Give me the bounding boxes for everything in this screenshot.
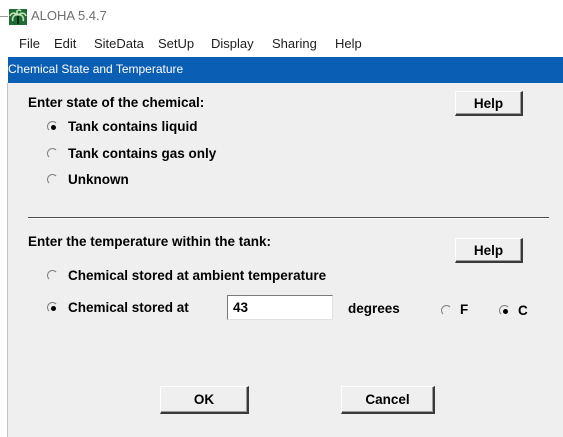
radio-unit-f[interactable] xyxy=(441,305,453,317)
temperature-input[interactable] xyxy=(227,295,333,320)
window-edge-line xyxy=(0,16,8,17)
state-prompt: Enter state of the chemical: xyxy=(28,95,205,110)
state-help-label: Help xyxy=(473,95,504,111)
degrees-label: degrees xyxy=(348,301,400,316)
option-tank-liquid-label[interactable]: Tank contains liquid xyxy=(68,119,198,134)
menu-help[interactable]: Help xyxy=(335,36,362,51)
menu-display[interactable]: Display xyxy=(211,36,254,51)
radio-ambient-temp[interactable] xyxy=(47,270,59,282)
app-titlebar: ALOHA 5.4.7 xyxy=(0,0,563,33)
menu-edit[interactable]: Edit xyxy=(54,36,76,51)
app-title: ALOHA 5.4.7 xyxy=(31,8,107,23)
ok-label: OK xyxy=(193,392,215,407)
radio-tank-liquid[interactable] xyxy=(47,121,59,133)
radio-selected-dot xyxy=(50,305,56,311)
temperature-prompt: Enter the temperature within the tank: xyxy=(28,234,272,249)
unit-c-label[interactable]: C xyxy=(518,303,528,318)
ok-button[interactable]: OK xyxy=(160,386,249,414)
option-tank-gas-label[interactable]: Tank contains gas only xyxy=(68,146,216,161)
radio-unknown[interactable] xyxy=(47,174,59,186)
option-ambient-temp-label[interactable]: Chemical stored at ambient temperature xyxy=(68,268,326,283)
state-help-button[interactable]: Help xyxy=(455,91,523,116)
unit-f-label[interactable]: F xyxy=(460,302,468,317)
radio-unit-c[interactable] xyxy=(499,305,511,317)
palm-tree-icon xyxy=(9,9,27,25)
option-stored-at-label[interactable]: Chemical stored at xyxy=(68,300,189,315)
option-unknown-label[interactable]: Unknown xyxy=(68,172,129,187)
radio-selected-dot xyxy=(50,124,56,130)
radio-selected-dot xyxy=(502,308,508,314)
cancel-button[interactable]: Cancel xyxy=(341,386,435,414)
section-divider-highlight xyxy=(28,218,549,219)
menu-sitedata[interactable]: SiteData xyxy=(94,36,144,51)
dialog-titlebar: Chemical State and Temperature xyxy=(0,57,563,83)
radio-tank-gas[interactable] xyxy=(47,148,59,160)
temperature-help-button[interactable]: Help xyxy=(455,238,523,263)
menu-sharing[interactable]: Sharing xyxy=(272,36,317,51)
menu-setup[interactable]: SetUp xyxy=(158,36,194,51)
menu-file[interactable]: File xyxy=(19,36,40,51)
radio-stored-at[interactable] xyxy=(47,302,59,314)
menu-bar: File Edit SiteData SetUp Display Sharing… xyxy=(0,33,563,55)
dialog-title: Chemical State and Temperature xyxy=(8,62,184,76)
temperature-help-label: Help xyxy=(473,242,504,258)
cancel-label: Cancel xyxy=(365,392,410,407)
